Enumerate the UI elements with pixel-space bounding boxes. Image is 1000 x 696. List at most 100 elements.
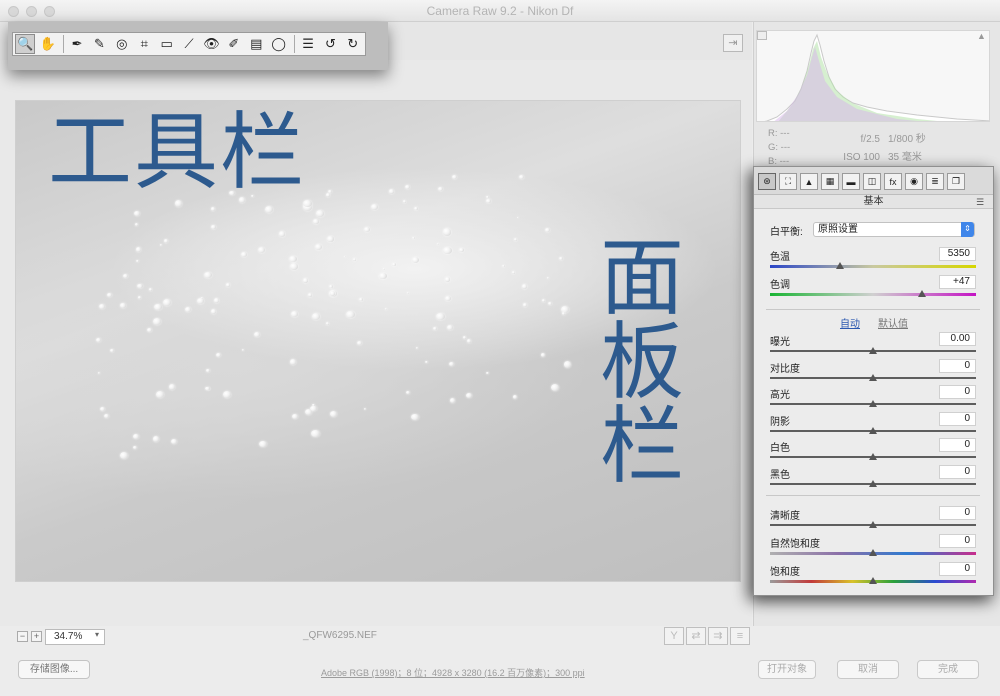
slider-thumb[interactable]	[869, 479, 877, 487]
color-sampler-tool-button[interactable]: ✎	[89, 34, 109, 54]
water-drop	[147, 327, 153, 332]
copy-settings-button[interactable]: ⇉	[708, 627, 728, 645]
water-drop	[325, 193, 330, 198]
swap-settings-button[interactable]: ⇄	[686, 627, 706, 645]
zoom-window-button[interactable]	[44, 6, 55, 17]
workflow-options-link[interactable]: Adobe RGB (1998)；8 位；4928 x 3280 (16.2 百…	[321, 666, 585, 679]
temp-slider-track[interactable]	[770, 265, 976, 268]
tint-slider-thumb[interactable]	[918, 290, 927, 297]
water-drop	[211, 225, 216, 230]
minimize-window-button[interactable]	[26, 6, 37, 17]
graduated-filter-button[interactable]: ▤	[246, 34, 266, 54]
red-eye-removal-button[interactable]: 👁	[201, 34, 221, 54]
open-object-button[interactable]: 打开对象	[758, 660, 816, 679]
hand-tool-button[interactable]: ✋	[37, 34, 57, 54]
highlight-clipping-warning[interactable]: ▲	[977, 31, 986, 41]
fullscreen-toggle-button[interactable]: ⇥	[723, 34, 743, 52]
slider-value-field[interactable]: 0	[939, 385, 976, 399]
water-drop	[402, 200, 407, 204]
slider-thumb[interactable]	[869, 521, 877, 528]
close-window-button[interactable]	[8, 6, 19, 17]
spot-removal-tool-button[interactable]: ⟋	[179, 34, 199, 54]
water-drop	[511, 271, 516, 275]
slider-value-field[interactable]: 0	[939, 534, 976, 548]
effects-tab[interactable]: fx	[884, 173, 902, 190]
slider-thumb[interactable]	[869, 400, 877, 407]
preview-preferences-button[interactable]: ≡	[730, 627, 750, 645]
preferences-button[interactable]: ☰	[298, 34, 318, 54]
tint-slider-track[interactable]	[770, 293, 976, 296]
detail-tab[interactable]: ▲	[800, 173, 818, 190]
panel-menu-icon[interactable]: ☰	[976, 197, 984, 208]
slider-value-field[interactable]: 0	[939, 506, 976, 520]
basic-tab[interactable]: ⊛	[758, 173, 776, 190]
slider-value-field[interactable]: 0.00	[939, 332, 976, 346]
presets-tab[interactable]: ≣	[926, 173, 944, 190]
targeted-adjustment-tool-icon: ◎	[116, 36, 128, 51]
temp-slider-thumb[interactable]	[836, 262, 845, 269]
slider-value: 0	[964, 386, 970, 397]
slider-value-field[interactable]: 0	[939, 411, 976, 426]
hsl-tab[interactable]: ▦	[821, 173, 839, 190]
temp-value-field[interactable]: 5350	[939, 247, 976, 261]
slider-thumb[interactable]	[869, 453, 877, 460]
panel-tabs: ⊛ ⛶ ▲ ▦ ▬ ◫ fx ◉ ≣ ❐	[754, 167, 993, 195]
adjustment-brush-icon: ✐	[228, 36, 240, 51]
adjustment-brush-button[interactable]: ✐	[224, 34, 244, 54]
water-drop	[447, 324, 454, 330]
targeted-adjustment-tool-button[interactable]: ◎	[112, 34, 132, 54]
white-balance-value: 原照设置	[818, 224, 858, 235]
white-balance-tool-button[interactable]: ✒	[67, 34, 87, 54]
water-drop	[304, 409, 312, 416]
save-image-button[interactable]: 存储图像...	[18, 660, 90, 679]
split-toning-tab[interactable]: ▬	[842, 173, 860, 190]
slider-value-field[interactable]: 0	[939, 438, 976, 452]
water-drop	[292, 414, 299, 420]
cancel-button[interactable]: 取消	[837, 660, 899, 679]
default-button[interactable]: 默认值	[878, 315, 908, 330]
tint-value-field[interactable]: +47	[939, 275, 976, 289]
zoom-out-button[interactable]: −	[17, 631, 28, 642]
water-drop	[311, 430, 320, 438]
water-drop	[223, 391, 232, 399]
straighten-tool-button[interactable]: ▭	[156, 34, 176, 54]
water-drop	[326, 322, 330, 325]
white-balance-label: 白平衡:	[770, 227, 803, 238]
slider-thumb[interactable]	[869, 549, 877, 556]
crop-tool-button[interactable]: ⌗	[134, 34, 154, 54]
water-drop	[359, 298, 363, 301]
radial-filter-button[interactable]: ◯	[268, 34, 288, 54]
water-drop	[312, 312, 321, 320]
water-drop	[445, 295, 451, 301]
water-drop	[213, 297, 220, 303]
white-balance-select[interactable]: 原照设置 ⇕	[813, 222, 975, 237]
snapshots-tab[interactable]: ❐	[947, 173, 965, 190]
zoom-tool-button[interactable]: 🔍	[15, 34, 36, 54]
slider-value-field[interactable]: 0	[939, 562, 976, 576]
basic-tab-icon: ⊛	[763, 176, 771, 186]
slider-thumb[interactable]	[869, 577, 877, 584]
slider-value-field[interactable]: 0	[939, 358, 976, 373]
slider-thumb[interactable]	[869, 373, 877, 381]
water-drop	[99, 407, 106, 412]
auto-button[interactable]: 自动	[840, 315, 860, 330]
water-drop	[197, 298, 204, 304]
shadow-clipping-warning[interactable]	[757, 31, 767, 40]
slider-thumb[interactable]	[869, 347, 877, 354]
before-after-toggle-button[interactable]: Y	[664, 627, 684, 645]
water-drop	[512, 394, 518, 399]
zoom-in-button[interactable]: +	[31, 631, 42, 642]
slider-thumb[interactable]	[869, 426, 877, 434]
color-sampler-tool-icon: ✎	[93, 36, 105, 51]
zoom-dropdown-icon[interactable]: ▾	[95, 630, 99, 639]
slider-value-field[interactable]: 0	[939, 464, 976, 479]
tone-curve-tab[interactable]: ⛶	[779, 173, 797, 190]
rotate-right-button[interactable]: ↻	[343, 34, 363, 54]
open-object-label: 打开对象	[767, 664, 807, 675]
camera-calibration-tab[interactable]: ◉	[905, 173, 923, 190]
lens-corrections-tab[interactable]: ◫	[863, 173, 881, 190]
done-button[interactable]: 完成	[917, 660, 979, 679]
rotate-left-button[interactable]: ↺	[320, 34, 340, 54]
water-drop	[155, 391, 164, 399]
water-drop	[289, 255, 297, 263]
